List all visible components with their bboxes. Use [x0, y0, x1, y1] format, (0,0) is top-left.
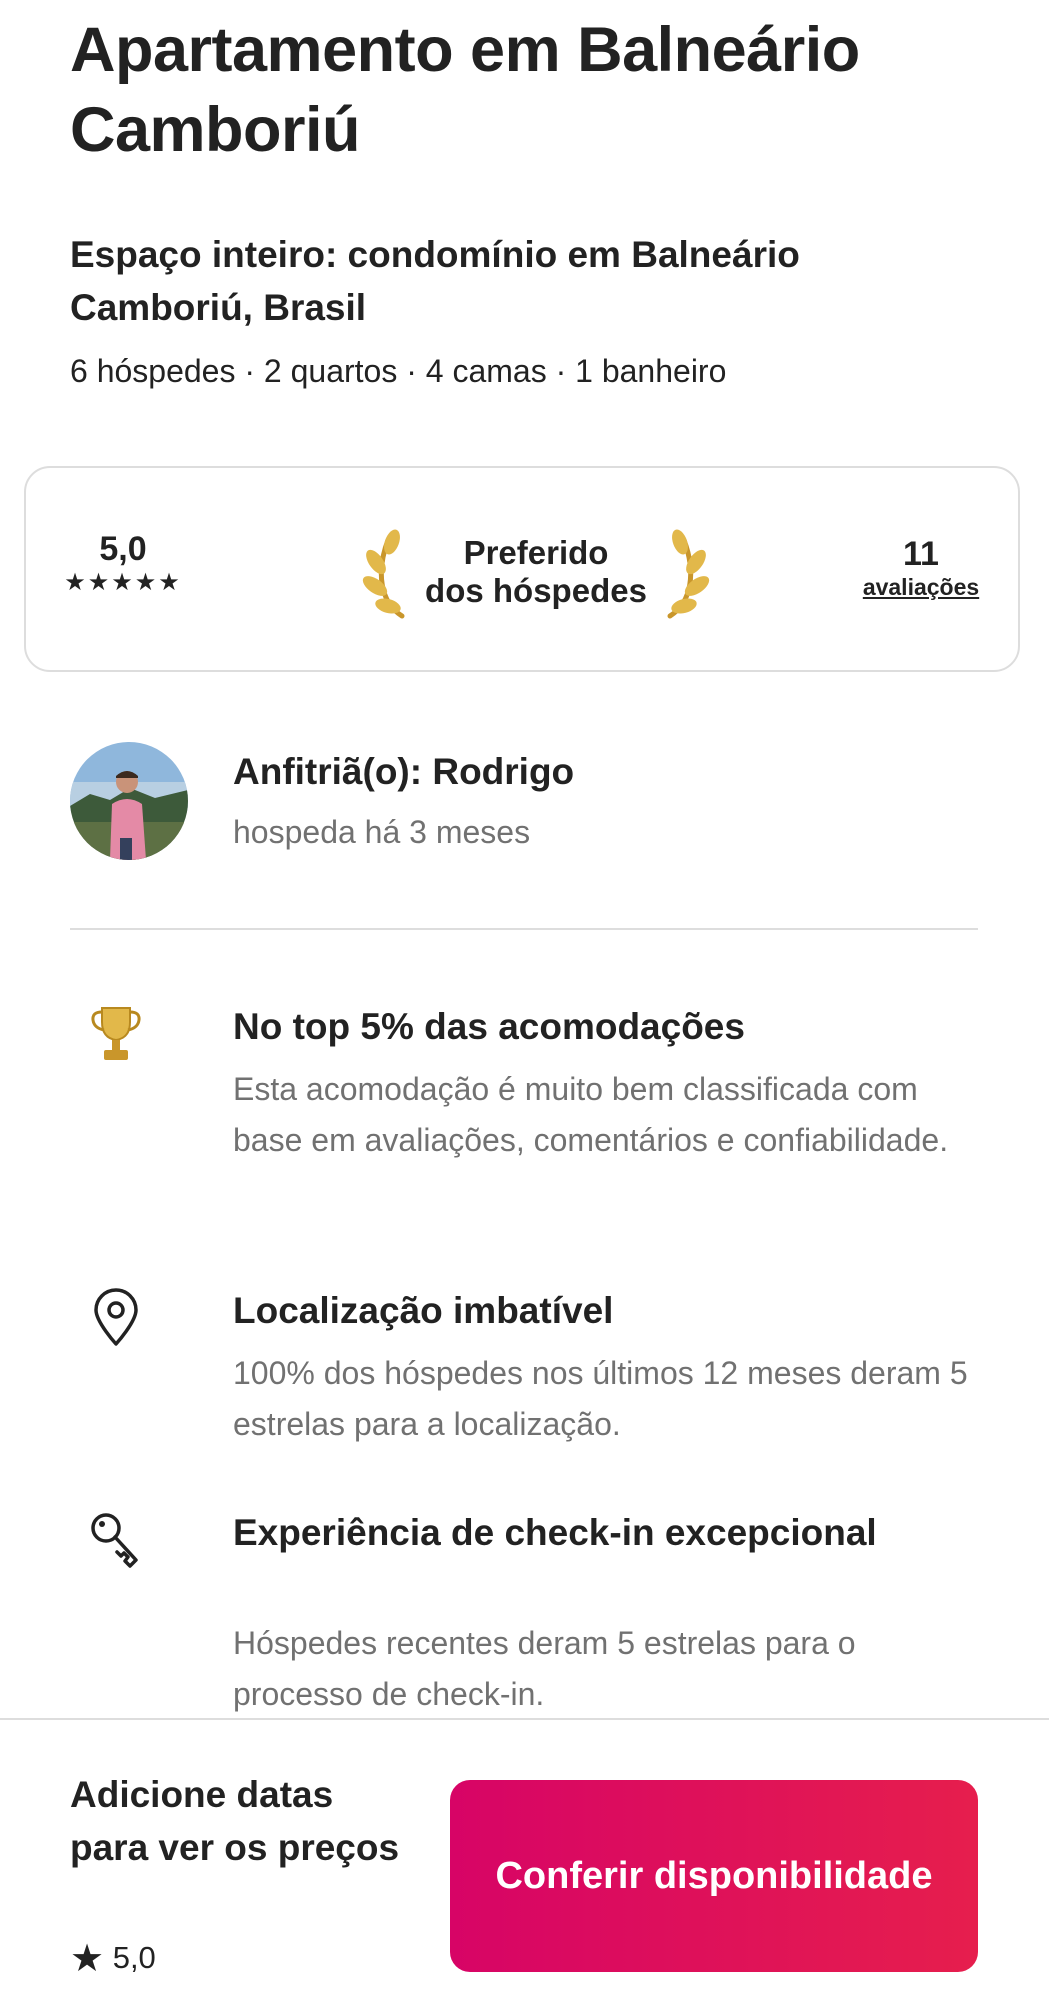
host-avatar-photo [70, 742, 188, 860]
laurel-right-icon [667, 529, 710, 619]
key-icon [91, 1513, 138, 1568]
guest-favorite-card: 5,0 ★★★★★ Preferido dos hóspedes 11 aval [24, 466, 1020, 672]
reviews-count: 11 [903, 535, 939, 573]
rating-stars: ★★★★★ [64, 569, 182, 596]
guest-favorite-badge: Preferido dos hóspedes [336, 528, 736, 619]
price-label[interactable]: Adicione datas para ver os preços [70, 1768, 400, 1874]
listing-title: Apartamento em Balneário Camboriú [70, 15, 860, 165]
avatar[interactable] [70, 742, 188, 860]
footer-rating: ★ 5,0 [70, 1938, 156, 1979]
highlight-title: No top 5% das acomodações [233, 1006, 745, 1047]
section-divider [70, 928, 978, 930]
star-icon: ★ [70, 1938, 105, 1980]
highlight-description: Hóspedes recentes deram 5 estrelas para … [233, 1625, 856, 1712]
reviews-link[interactable]: 11 avaliações [846, 536, 996, 602]
guest-favorite-line2: dos hóspedes [425, 572, 647, 609]
highlight-description: 100% dos hóspedes nos últimos 12 meses d… [233, 1355, 968, 1442]
highlight-title: Experiência de check-in excepcional [233, 1512, 877, 1553]
listing-subtitle: Espaço inteiro: condomínio em Balneário … [70, 234, 800, 328]
laurel-left-icon [362, 529, 405, 619]
highlight-top-listing: No top 5% das acomodações Esta acomodaçã… [70, 1000, 970, 1230]
footer-rating-value: 5,0 [112, 1940, 156, 1975]
host-since: hospeda há 3 meses [233, 814, 531, 850]
guest-favorite-line1: Preferido [463, 534, 609, 571]
highlight-location: Localização imbatível 100% dos hóspedes … [70, 1284, 970, 1454]
booking-footer: Adicione datas para ver os preços ★ 5,0 … [0, 1718, 1049, 2000]
rating-score-block: 5,0 ★★★★★ [58, 530, 188, 598]
rating-score: 5,0 [99, 530, 147, 568]
reviews-label[interactable]: avaliações [846, 572, 996, 602]
highlight-checkin: Experiência de check-in excepcional Hósp… [70, 1506, 970, 1718]
host-name: Anfitriã(o): Rodrigo [233, 751, 575, 792]
check-availability-button[interactable]: Conferir disponibilidade [450, 1780, 978, 1972]
trophy-icon [91, 1007, 141, 1060]
map-pin-icon [94, 1288, 138, 1346]
host-section[interactable]: Anfitriã(o): Rodrigo hospeda há 3 meses [70, 742, 970, 862]
guest-favorite-label: Preferido dos hóspedes [416, 534, 656, 610]
highlight-description: Esta acomodação é muito bem classificada… [233, 1071, 949, 1158]
listing-details: 6 hóspedes · 2 quartos · 4 camas · 1 ban… [70, 353, 727, 389]
highlight-title: Localização imbatível [233, 1290, 614, 1331]
